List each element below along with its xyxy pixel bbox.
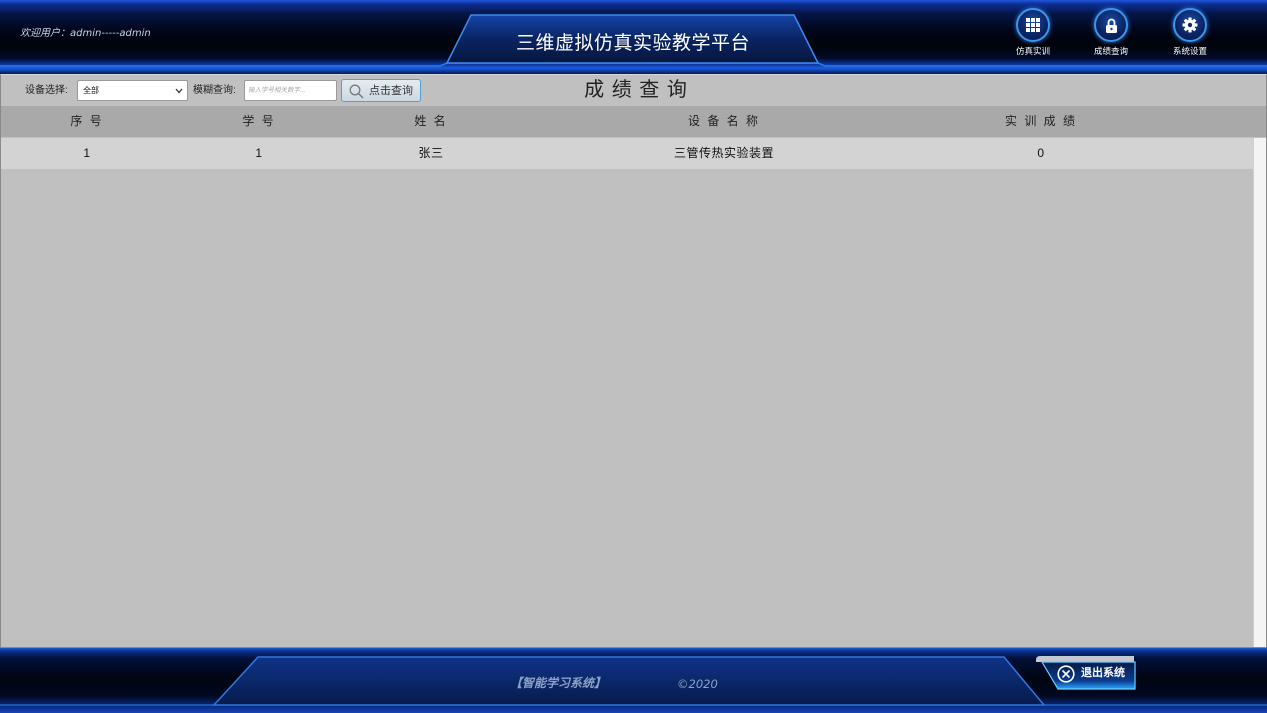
bottom-footer: 【智能学习系统】 ©2020 退出系统 (0, 648, 1267, 713)
top-header: 欢迎用户：admin-----admin 三维虚拟仿真实验教学平台 仿真实训 成… (0, 0, 1267, 74)
nav-score-query[interactable]: 成绩查询 (1083, 0, 1139, 62)
nav-simulation-label: 仿真实训 (1015, 46, 1050, 56)
lock-icon (1105, 18, 1117, 33)
exit-system-button[interactable]: 退出系统 (1036, 656, 1136, 690)
score-query-panel: 设备选择: 全部 模糊查询: 点击查询 成 绩 查 询 序 号 学 号 姓 名 … (0, 74, 1267, 648)
gear-icon (1182, 17, 1198, 33)
table-cell-training-score: 0 (1037, 146, 1045, 160)
nav-settings-circle[interactable] (1173, 8, 1207, 42)
search-input[interactable] (244, 80, 337, 101)
column-header-index[interactable]: 序 号 (1, 106, 173, 137)
nav-score-label: 成绩查询 (1093, 46, 1128, 56)
column-header-device-name[interactable]: 设 备 名 称 (517, 106, 931, 137)
column-header-name[interactable]: 姓 名 (345, 106, 517, 137)
exit-button-label: 退出系统 (1081, 667, 1125, 679)
fuzzy-query-label: 模糊查询: (193, 85, 236, 96)
chevron-down-icon (175, 88, 183, 94)
app-title: 三维虚拟仿真实验教学平台 (515, 33, 750, 54)
page-title: 成 绩 查 询 (584, 79, 688, 101)
app-window: 欢迎用户：admin-----admin 三维虚拟仿真实验教学平台 仿真实训 成… (0, 0, 1267, 713)
device-select[interactable]: 全部 (77, 80, 188, 101)
device-select-value: 全部 (83, 86, 99, 95)
table-cell-index: 1 (83, 146, 91, 160)
circle-x-icon (1057, 665, 1075, 683)
search-button-label: 点击查询 (369, 85, 413, 97)
column-header-student-id[interactable]: 学 号 (173, 106, 345, 137)
device-select-label: 设备选择: (25, 85, 68, 96)
system-name-text: 【智能学习系统】 (510, 676, 607, 690)
nav-score-circle[interactable] (1094, 8, 1128, 42)
table-cell-device-name: 三管传热实验装置 (673, 146, 774, 160)
column-header-training-score[interactable]: 实 训 成 绩 (931, 106, 1151, 137)
table-cell-student-id: 1 (255, 146, 263, 160)
nav-simulation-training[interactable]: 仿真实训 (1005, 0, 1061, 62)
nav-simulation-circle[interactable] (1016, 8, 1050, 42)
grid-icon (1026, 18, 1040, 32)
welcome-text: 欢迎用户：admin-----admin (20, 28, 151, 39)
table-scrollbar[interactable] (1253, 138, 1266, 647)
nav-system-settings[interactable]: 系统设置 (1162, 0, 1218, 62)
table-header: 序 号 学 号 姓 名 设 备 名 称 实 训 成 绩 (1, 106, 1266, 137)
search-button[interactable]: 点击查询 (341, 79, 421, 102)
table-row[interactable]: 1 1 张三 三管传热实验装置 0 (1, 138, 1253, 169)
table-cell-name: 张三 (418, 146, 444, 160)
nav-settings-label: 系统设置 (1172, 46, 1207, 56)
search-icon (349, 84, 364, 99)
copyright-text: ©2020 (677, 677, 718, 691)
